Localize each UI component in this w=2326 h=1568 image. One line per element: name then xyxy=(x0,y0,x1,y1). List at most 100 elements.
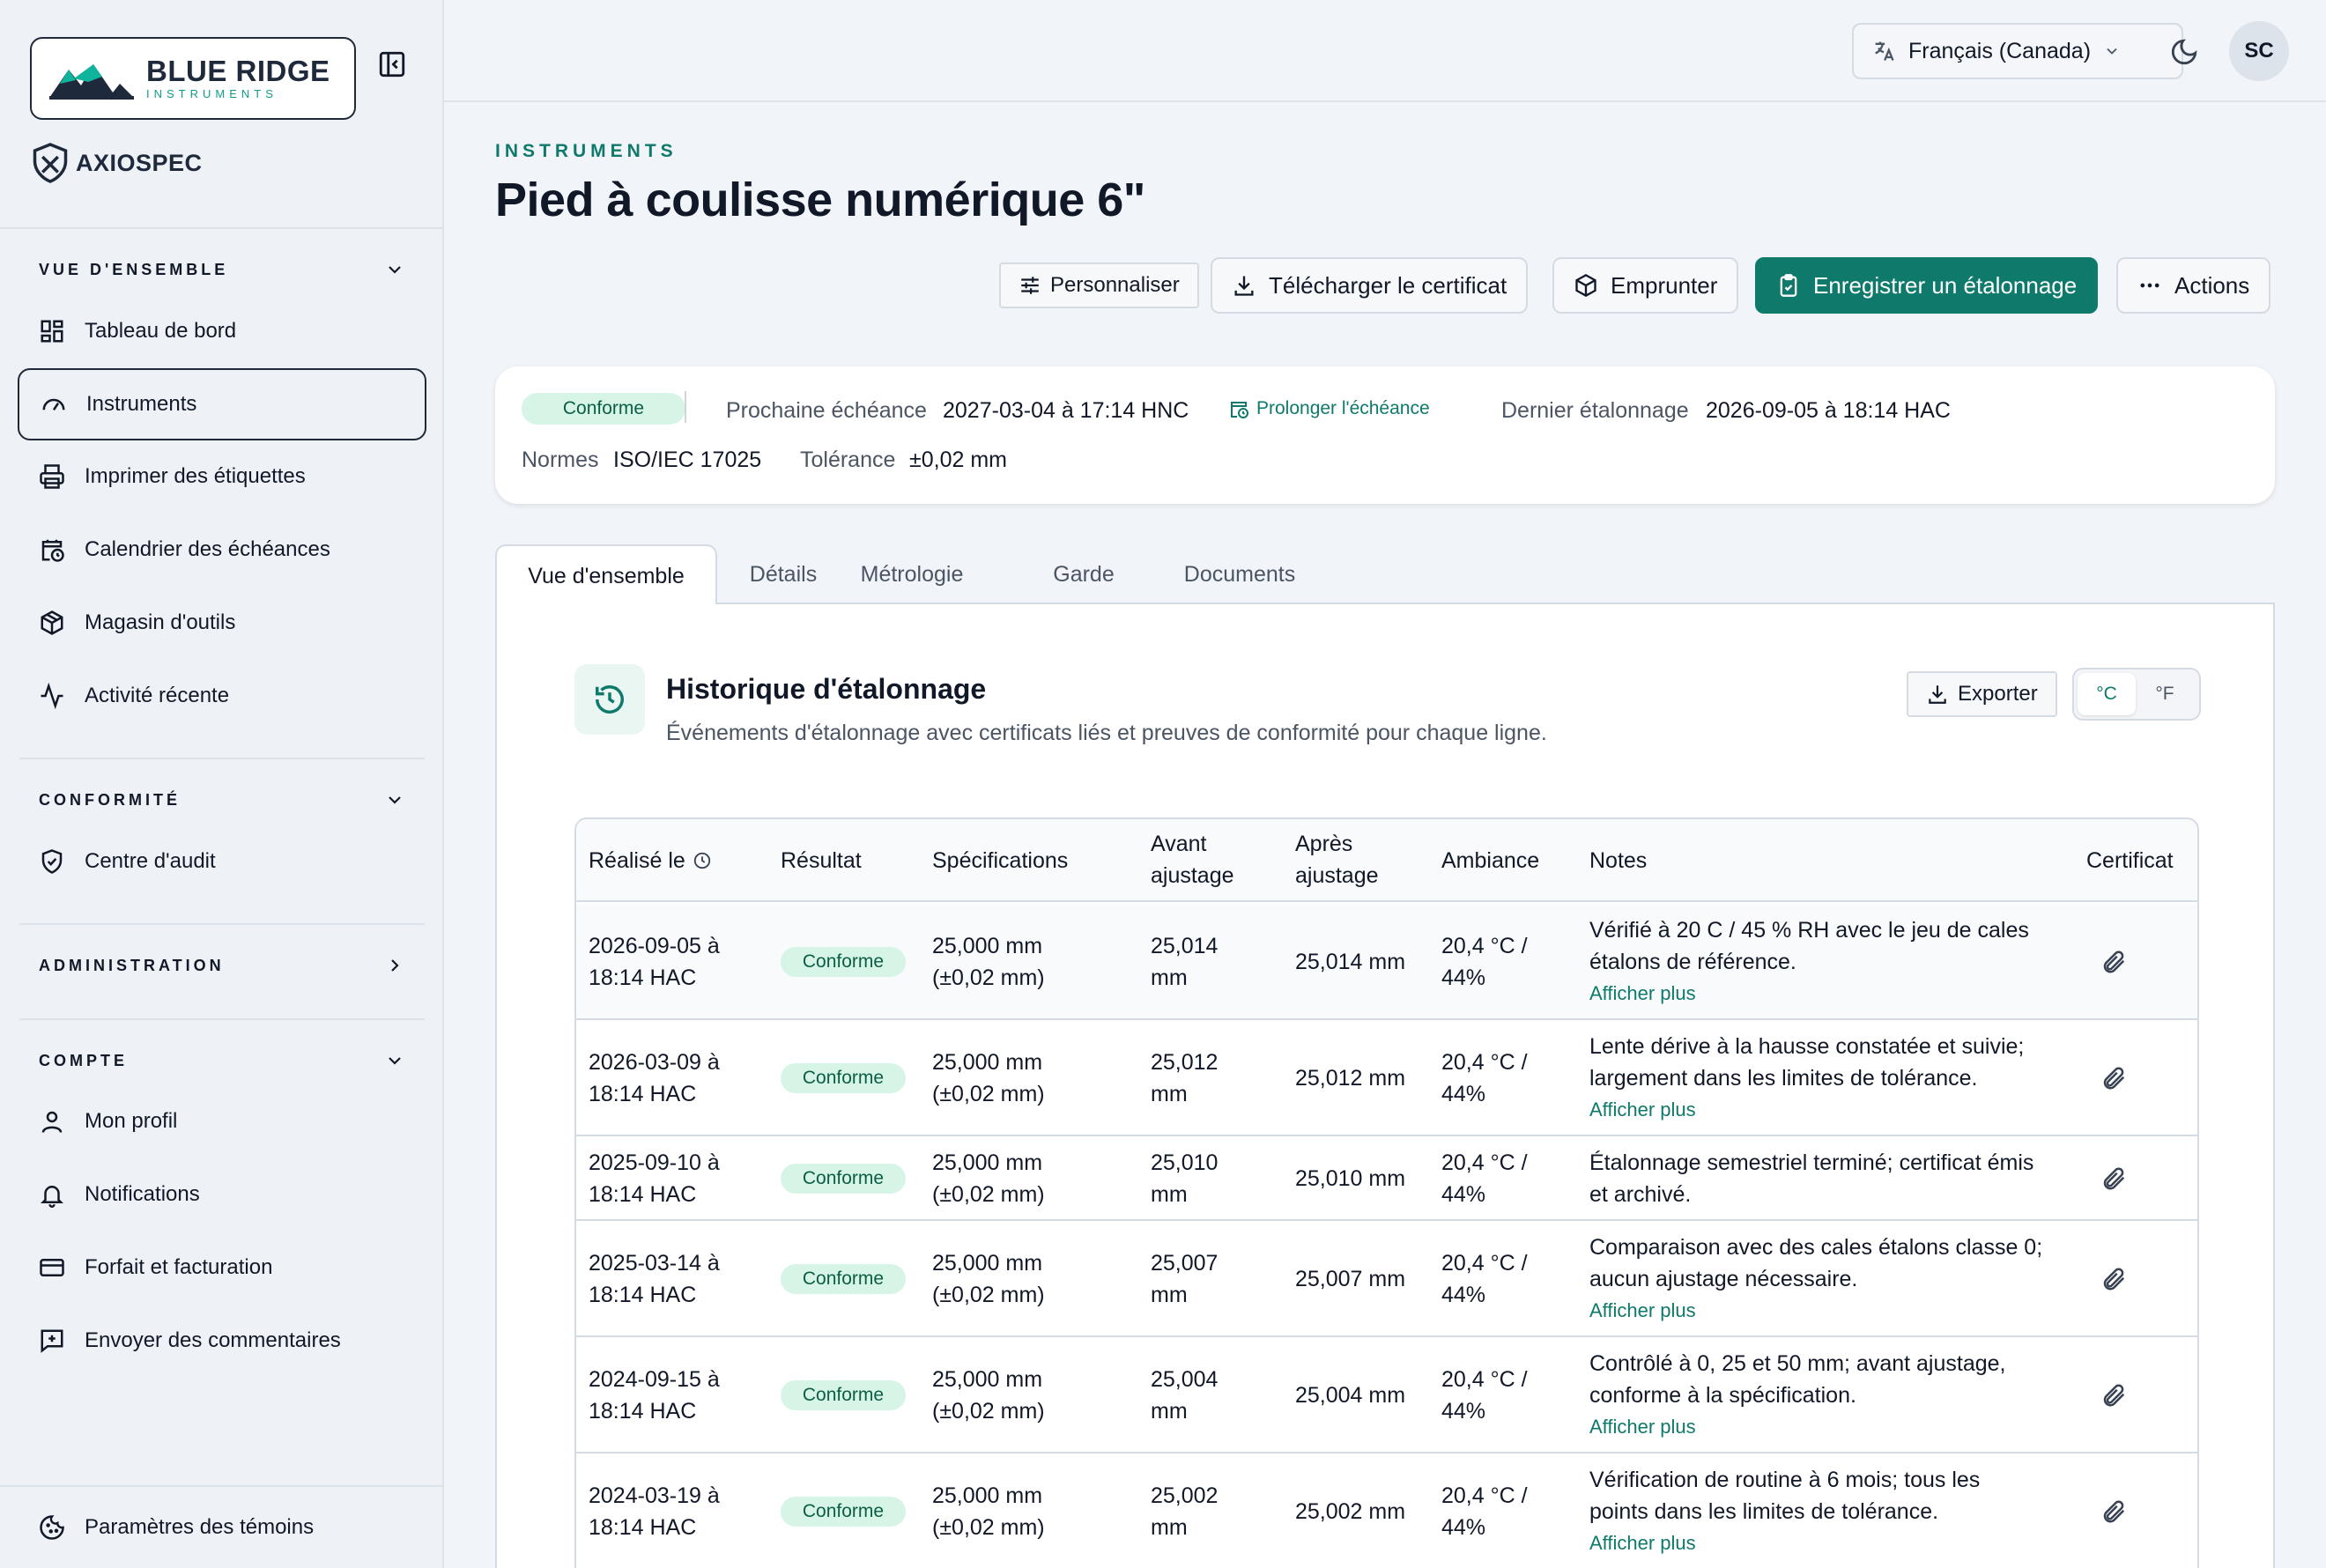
cell-text: 44% xyxy=(1441,1082,1486,1106)
column-header-before[interactable]: Avant ajustage xyxy=(1151,828,1234,891)
cell-ambient: 20,4 °C / 44% xyxy=(1441,930,1528,994)
borrow-button[interactable]: Emprunter xyxy=(1552,257,1739,314)
status-card: Conforme Prochaine échéance 2027-03-04 à… xyxy=(495,366,2275,504)
show-more-link[interactable]: Afficher plus xyxy=(1589,1094,2083,1126)
export-button[interactable]: Exporter xyxy=(1907,671,2057,717)
record-calibration-button[interactable]: Enregistrer un étalonnage xyxy=(1755,257,2099,314)
section-account[interactable]: COMPTE xyxy=(39,1052,128,1070)
paperclip-icon[interactable] xyxy=(2100,1165,2127,1192)
sidebar-item-instruments[interactable]: Instruments xyxy=(18,368,426,440)
divider xyxy=(19,923,425,925)
cell-text: mm xyxy=(1151,1399,1188,1424)
cell-text: mm xyxy=(1151,965,1188,990)
cell-text: 25,007 xyxy=(1151,1251,1219,1276)
history-icon xyxy=(596,685,624,714)
calibration-table: Réalisé le Résultat Spécifications Avant… xyxy=(574,817,2199,1568)
cell-text: 2024-03-19 à xyxy=(589,1483,720,1508)
sliders-icon xyxy=(1021,277,1039,294)
cell-text: 20,4 °C / xyxy=(1441,1150,1528,1175)
sidebar-item-profile[interactable]: Mon profil xyxy=(18,1085,426,1158)
sidebar-item-label: Forfait et facturation xyxy=(85,1255,273,1279)
show-more-link[interactable]: Afficher plus xyxy=(1589,978,2083,1010)
tab-documents[interactable]: Documents xyxy=(1175,544,1304,604)
cell-ambient: 20,4 °C / 44% xyxy=(1441,1047,1528,1110)
paperclip-icon[interactable] xyxy=(2100,949,2127,975)
section-compliance[interactable]: CONFORMITÉ xyxy=(39,791,181,810)
collapse-sidebar-button[interactable] xyxy=(375,48,409,81)
sidebar-item-feedback[interactable]: Envoyer des commentaires xyxy=(18,1305,426,1377)
tab-custody[interactable]: Garde xyxy=(1047,544,1121,604)
cell-text: 25,000 mm xyxy=(932,1483,1043,1508)
paperclip-icon[interactable] xyxy=(2100,1498,2127,1525)
cell-notes: Vérifié à 20 C / 45 % RH avec le jeu de … xyxy=(1589,914,2083,1010)
show-more-link[interactable]: Afficher plus xyxy=(1589,1295,2083,1327)
unit-celsius[interactable]: °C xyxy=(2078,673,2136,715)
chevron-down-icon[interactable] xyxy=(384,1050,405,1071)
sidebar-item-labels[interactable]: Imprimer des étiquettes xyxy=(18,440,426,513)
table-row[interactable]: 2026-03-09 à 18:14 HAC Conforme 25,000 mm (±… xyxy=(576,1020,2197,1136)
show-more-link[interactable]: Afficher plus xyxy=(1589,1527,2083,1559)
table-row[interactable]: 2025-03-14 à 18:14 HAC Conforme 25,000 mm (±… xyxy=(576,1221,2197,1337)
sidebar-item-dashboard[interactable]: Tableau de bord xyxy=(18,295,426,367)
cell-text: 2025-03-14 à xyxy=(589,1251,720,1276)
chevron-right-icon[interactable] xyxy=(384,955,405,976)
show-more-link[interactable]: Afficher plus xyxy=(1589,1411,2083,1443)
sidebar-item-audit[interactable]: Centre d'audit xyxy=(18,825,426,898)
breadcrumb[interactable]: INSTRUMENTS xyxy=(495,141,678,162)
cell-text: 2025-09-10 à xyxy=(589,1150,720,1175)
chevron-down-icon[interactable] xyxy=(384,789,405,810)
cell-spec: 25,000 mm (±0,02 mm) xyxy=(932,1247,1045,1311)
collapse-sidebar-icon xyxy=(379,51,405,78)
cell-text: 20,4 °C / xyxy=(1441,1483,1528,1508)
sidebar-item-toolstore[interactable]: Magasin d'outils xyxy=(18,587,426,659)
table-row[interactable]: 2024-03-19 à 18:14 HAC Conforme 25,000 mm (±… xyxy=(576,1453,2197,1568)
moon-icon[interactable] xyxy=(2169,37,2199,67)
section-admin[interactable]: ADMINISTRATION xyxy=(39,957,225,975)
column-header-spec[interactable]: Spécifications xyxy=(932,845,1068,876)
paperclip-icon[interactable] xyxy=(2100,1266,2127,1292)
sidebar-item-label: Instruments xyxy=(86,392,197,416)
column-header-result[interactable]: Résultat xyxy=(781,845,862,876)
cell-spec: 25,000 mm (±0,02 mm) xyxy=(932,930,1045,994)
cell-after: 25,012 mm xyxy=(1295,1066,1406,1091)
section-overview[interactable]: VUE D'ENSEMBLE xyxy=(39,261,228,279)
bell-icon xyxy=(37,1180,67,1209)
cell-text: (±0,02 mm) xyxy=(932,1515,1045,1540)
language-select[interactable]: Français (Canada) xyxy=(1852,23,2183,79)
tab-metrology[interactable]: Métrologie xyxy=(848,544,976,604)
column-label: ajustage xyxy=(1151,863,1234,888)
tolerance-label: Tolérance xyxy=(800,447,896,472)
chevron-down-icon[interactable] xyxy=(384,259,405,280)
tab-overview[interactable]: Vue d'ensemble xyxy=(495,544,717,606)
paperclip-icon[interactable] xyxy=(2100,1065,2127,1091)
column-header-notes[interactable]: Notes xyxy=(1589,845,1647,876)
status-badge: Conforme xyxy=(522,393,685,425)
cell-text: Lente dérive à la hausse constatée et su… xyxy=(1589,1034,2025,1059)
unit-fahrenheit[interactable]: °F xyxy=(2136,673,2194,715)
cell-text: 20,4 °C / xyxy=(1441,1251,1528,1276)
cell-before: 25,014 mm xyxy=(1151,930,1218,994)
more-actions-button[interactable]: Actions xyxy=(2116,257,2271,314)
avatar[interactable]: SC xyxy=(2229,21,2289,81)
column-header-after[interactable]: Après ajustage xyxy=(1295,828,1379,891)
sidebar-item-notifications[interactable]: Notifications xyxy=(18,1158,426,1231)
extend-due-link[interactable]: Prolonger l'échéance xyxy=(1228,398,1430,419)
sidebar-item-calendar[interactable]: Calendrier des échéances xyxy=(18,514,426,586)
column-header-certificate[interactable]: Certificat xyxy=(2086,845,2174,876)
column-header-ambient[interactable]: Ambiance xyxy=(1441,845,1539,876)
tab-details[interactable]: Détails xyxy=(735,544,832,604)
download-label: Télécharger le certificat xyxy=(1269,271,1507,299)
column-header-date[interactable]: Réalisé le xyxy=(589,845,712,876)
brand-logo[interactable]: BLUE RIDGE INSTRUMENTS xyxy=(30,37,356,120)
download-certificate-button[interactable]: Télécharger le certificat xyxy=(1211,257,1529,314)
table-row[interactable]: 2024-09-15 à 18:14 HAC Conforme 25,000 mm (±… xyxy=(576,1337,2197,1453)
table-row[interactable]: 2025-09-10 à 18:14 HAC Conforme 25,000 mm (±… xyxy=(576,1136,2197,1221)
sidebar-item-billing[interactable]: Forfait et facturation xyxy=(18,1231,426,1304)
download-icon xyxy=(1929,685,1946,704)
sidebar-item-activity[interactable]: Activité récente xyxy=(18,660,426,732)
paperclip-icon[interactable] xyxy=(2100,1382,2127,1409)
cell-text: 44% xyxy=(1441,965,1486,990)
sidebar-item-cookies[interactable]: Paramètres des témoins xyxy=(18,1491,426,1564)
customize-button[interactable]: Personnaliser xyxy=(999,263,1199,308)
table-row[interactable]: 2026-09-05 à 18:14 HAC Conforme 25,000 mm (±… xyxy=(576,904,2197,1020)
